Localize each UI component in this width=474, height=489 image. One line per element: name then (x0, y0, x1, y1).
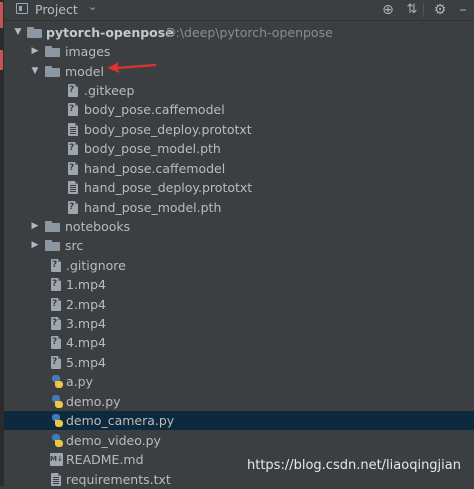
tree-item-label: notebooks (65, 219, 131, 234)
python-file-icon (51, 395, 64, 408)
root-folder-path: D:\deep\pytorch-openpose (166, 25, 333, 40)
folder-icon (27, 27, 42, 38)
python-file-icon (51, 434, 64, 447)
tree-item-label: demo_camera.py (66, 413, 175, 428)
tree-item-3-mp4[interactable]: ? 3.mp4 (4, 314, 474, 333)
unknown-file-icon: ? (68, 142, 78, 155)
tree-item-images[interactable]: ▶ images (4, 42, 474, 61)
tree-item-2-mp4[interactable]: ? 2.mp4 (4, 295, 474, 314)
tree-item-label: model (65, 64, 104, 79)
unknown-file-icon: ? (51, 356, 61, 369)
tree-item-body-pose-deploy-prototxt[interactable]: body_pose_deploy.prototxt (4, 120, 474, 139)
collapsed-arrow-icon[interactable]: ▶ (29, 236, 41, 255)
tree-item-label: hand_pose.caffemodel (84, 161, 226, 176)
tree-item-label: .gitkeep (84, 83, 135, 98)
tree-item-label: images (65, 44, 111, 59)
tree-item-label: README.md (66, 452, 144, 467)
tree-item-label: 1.mp4 (66, 277, 106, 292)
tree-item-label: hand_pose_model.pth (84, 200, 222, 215)
tree-item-model[interactable]: ▼ model (4, 62, 474, 81)
text-file-icon (68, 123, 78, 136)
tree-item-label: 5.mp4 (66, 355, 106, 370)
tree-item-demo-camera-py[interactable]: demo_camera.py (4, 411, 474, 430)
tree-item-demo-py[interactable]: demo.py (4, 392, 474, 411)
tree-item-label: demo_video.py (66, 433, 161, 448)
collapsed-arrow-icon[interactable]: ▶ (29, 217, 41, 236)
tree-item-label: body_pose.caffemodel (84, 102, 225, 117)
python-file-icon (51, 375, 64, 388)
minimize-icon[interactable]: – (452, 0, 474, 20)
tree-item-gitignore[interactable]: ? .gitignore (4, 256, 474, 275)
tree-item-label: 4.mp4 (66, 335, 106, 350)
unknown-file-icon: ? (51, 298, 61, 311)
unknown-file-icon: ? (68, 84, 78, 97)
tree-item-label: body_pose_deploy.prototxt (84, 122, 252, 137)
markdown-file-icon (50, 453, 63, 466)
project-view-selector[interactable]: Project (35, 2, 78, 17)
tree-item-body-pose-caffemodel[interactable]: ? body_pose.caffemodel (4, 100, 474, 119)
tree-item-src[interactable]: ▶ src (4, 236, 474, 255)
python-file-icon (51, 414, 64, 427)
folder-icon (45, 46, 60, 57)
unknown-file-icon: ? (51, 336, 61, 349)
tree-item-hand-pose-caffemodel[interactable]: ? hand_pose.caffemodel (4, 159, 474, 178)
tree-item-label: requirements.txt (66, 472, 171, 487)
gear-icon[interactable]: ⚙ (429, 0, 451, 20)
tree-item-hand-pose-model-pth[interactable]: ? hand_pose_model.pth (4, 198, 474, 217)
tree-item-4-mp4[interactable]: ? 4.mp4 (4, 333, 474, 352)
project-view-icon (16, 3, 28, 14)
unknown-file-icon: ? (68, 162, 78, 175)
folder-icon (45, 66, 60, 77)
tree-item-label: demo.py (66, 394, 121, 409)
tree-item-label: hand_pose_deploy.prototxt (84, 180, 253, 195)
tree-item-a-py[interactable]: a.py (4, 372, 474, 391)
toolbar-divider (423, 3, 424, 17)
tree-item-body-pose-model-pth[interactable]: ? body_pose_model.pth (4, 139, 474, 158)
crosshair-icon[interactable]: ⊕ (377, 0, 399, 20)
expand-arrow-icon[interactable]: ▼ (29, 62, 41, 81)
unknown-file-icon: ? (68, 201, 78, 214)
folder-icon (45, 221, 60, 232)
tree-item-demo-video-py[interactable]: demo_video.py (4, 431, 474, 450)
folder-icon (45, 240, 60, 251)
tree-item-1-mp4[interactable]: ? 1.mp4 (4, 275, 474, 294)
unknown-file-icon: ? (51, 278, 61, 291)
error-stripe-marker (0, 2, 3, 28)
root-folder-name: pytorch-openpose (46, 25, 174, 40)
tree-item-label: .gitignore (66, 258, 126, 273)
chevron-down-icon[interactable]: ⌄ (88, 0, 97, 13)
tree-item-label: 2.mp4 (66, 297, 106, 312)
collapsed-arrow-icon[interactable]: ▶ (29, 42, 41, 61)
tree-item-hand-pose-deploy-prototxt[interactable]: hand_pose_deploy.prototxt (4, 178, 474, 197)
tree-item-label: body_pose_model.pth (84, 141, 221, 156)
expand-arrow-icon[interactable]: ▼ (12, 23, 24, 42)
tree-item-label: 3.mp4 (66, 316, 106, 331)
text-file-icon (51, 473, 61, 486)
unknown-file-icon: ? (68, 103, 78, 116)
tree-item-gitkeep[interactable]: ? .gitkeep (4, 81, 474, 100)
tree-item-5-mp4[interactable]: ? 5.mp4 (4, 353, 474, 372)
collapse-all-icon[interactable]: ⇅ (401, 0, 423, 20)
tree-root-row[interactable]: ▼ pytorch-openpose D:\deep\pytorch-openp… (4, 23, 474, 42)
tree-item-label: src (65, 238, 84, 253)
tree-item-label: a.py (66, 374, 93, 389)
annotation-arrow-icon (107, 62, 157, 73)
watermark-text: https://blog.csdn.net/liaoqingjian (247, 458, 461, 473)
project-tool-window-header: Project ⌄ ⊕ ⇅ ⚙ – (4, 0, 474, 21)
unknown-file-icon: ? (51, 259, 61, 272)
error-stripe-marker (0, 50, 3, 70)
tree-item-notebooks[interactable]: ▶ notebooks (4, 217, 474, 236)
text-file-icon (68, 181, 78, 194)
unknown-file-icon: ? (51, 317, 61, 330)
